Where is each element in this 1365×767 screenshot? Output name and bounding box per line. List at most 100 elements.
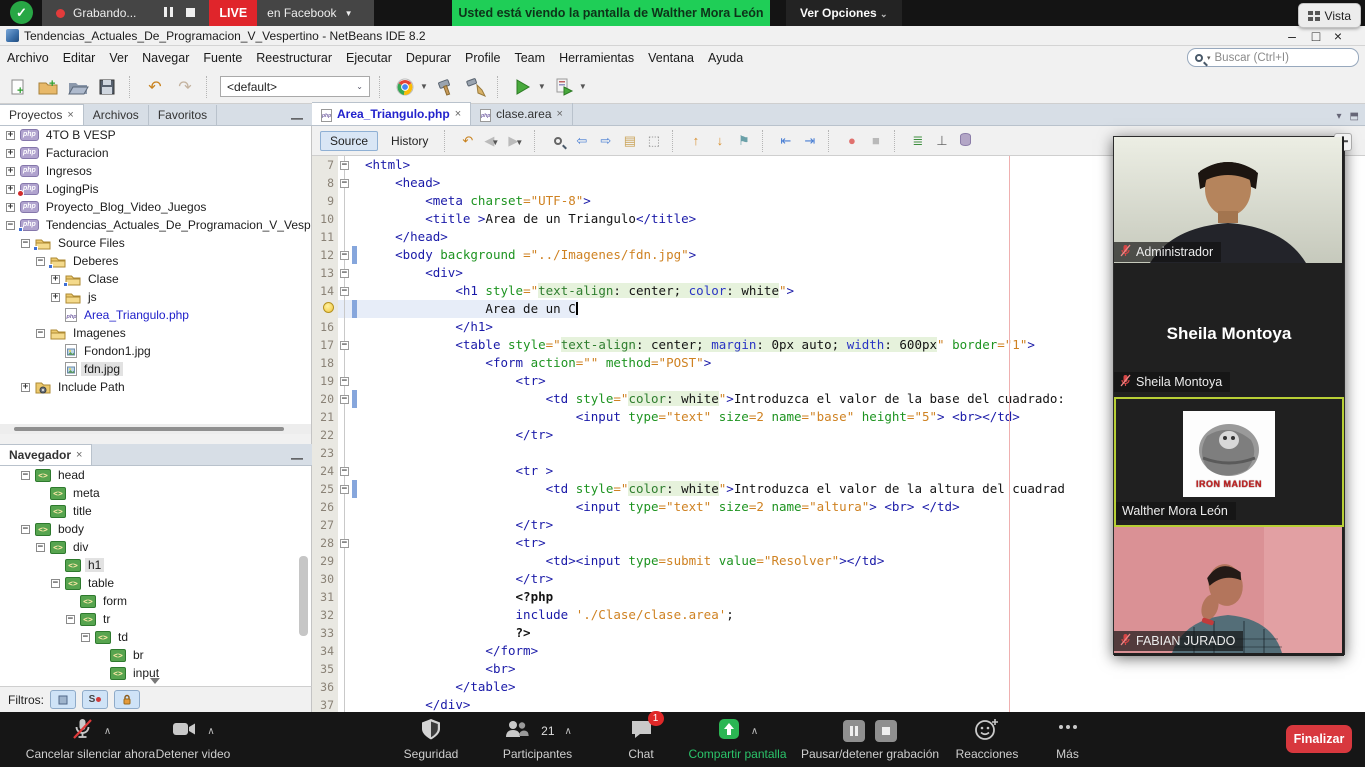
expand-icon[interactable]: + [6, 203, 15, 212]
navigator-scrollbar[interactable] [299, 556, 308, 636]
fold-collapse-icon[interactable]: − [340, 269, 349, 278]
tree-item[interactable]: +phpIngresos [0, 162, 311, 180]
participants-button[interactable]: 21∧Participantes [490, 716, 585, 764]
browser-chrome-icon[interactable] [393, 75, 417, 99]
code-fold-icon[interactable] [957, 133, 974, 149]
stop-macro-icon[interactable]: ■ [867, 133, 884, 148]
expand-icon[interactable]: + [6, 131, 15, 140]
fold-collapse-icon[interactable]: − [340, 395, 349, 404]
editor-tab-Area_Triangulo.php[interactable]: phpArea_Triangulo.php× [312, 102, 471, 125]
expand-icon[interactable]: + [51, 293, 60, 302]
chevron-up-icon[interactable]: ∧ [104, 726, 111, 737]
code-line[interactable]: 35 <br> [312, 660, 1365, 678]
participant-tile[interactable]: IRON MAIDENWalther Mora León [1114, 397, 1344, 527]
close-icon[interactable]: × [67, 109, 73, 121]
expand-icon[interactable]: + [51, 275, 60, 284]
next-occurrence-icon[interactable]: ⇨ [597, 133, 614, 149]
menu-ayuda[interactable]: Ayuda [701, 48, 750, 68]
scrollbar-thumb[interactable] [14, 427, 284, 431]
tree-item[interactable]: phpArea_Triangulo.php [0, 306, 311, 324]
zoom-video-panel[interactable]: ✛ AdministradorSheila MontoyaSheila Mont… [1113, 136, 1345, 655]
last-edit-icon[interactable]: ↶ [459, 133, 476, 149]
code-line[interactable]: 36 </table> [312, 678, 1365, 696]
forward-icon[interactable]: ▶▼ [507, 133, 524, 149]
source-view-button[interactable]: Source [320, 131, 378, 151]
fold-collapse-icon[interactable]: − [340, 485, 349, 494]
fold-collapse-icon[interactable]: − [340, 179, 349, 188]
chevron-up-icon[interactable]: ∧ [565, 726, 572, 737]
menu-ejecutar[interactable]: Ejecutar [339, 48, 399, 68]
redo-button[interactable]: ↷ [173, 75, 197, 99]
expand-icon[interactable]: + [6, 149, 15, 158]
collapse-icon[interactable]: − [21, 525, 30, 534]
maximize-button[interactable]: □ [1307, 28, 1325, 44]
collapse-icon[interactable]: − [36, 543, 45, 552]
menu-herramientas[interactable]: Herramientas [552, 48, 641, 68]
tree-item[interactable]: fdn.jpg [0, 360, 311, 378]
toggle-bookmark-icon[interactable]: ⚑ [735, 133, 752, 149]
menu-navegar[interactable]: Navegar [135, 48, 196, 68]
stop-recording-button[interactable] [174, 6, 195, 20]
fold-collapse-icon[interactable]: − [340, 161, 349, 170]
live-dropdown-icon[interactable]: ▼ [345, 9, 353, 18]
uncomment-icon[interactable]: ⊥ [933, 133, 950, 149]
collapse-icon[interactable]: − [51, 579, 60, 588]
filter-fields-button[interactable] [50, 690, 76, 709]
menu-editar[interactable]: Editar [56, 48, 103, 68]
config-combobox[interactable]: <default>⌄ [220, 76, 370, 97]
expand-icon[interactable]: + [6, 185, 15, 194]
tree-item[interactable]: +phpLogingPis [0, 180, 311, 198]
close-icon[interactable]: × [557, 108, 563, 120]
more-button[interactable]: Más [1040, 716, 1095, 764]
menu-ventana[interactable]: Ventana [641, 48, 701, 68]
browser-dropdown-icon[interactable]: ▼ [420, 82, 428, 91]
start-macro-icon[interactable]: ● [843, 133, 860, 148]
expand-icon[interactable]: + [6, 167, 15, 176]
tree-item[interactable]: +php4TO B VESP [0, 126, 311, 144]
fold-collapse-icon[interactable]: − [340, 539, 349, 548]
stop-recording-icon[interactable] [875, 720, 897, 742]
collapse-icon[interactable]: − [21, 471, 30, 480]
menu-fuente[interactable]: Fuente [196, 48, 249, 68]
expand-icon[interactable]: + [21, 383, 30, 392]
vista-button[interactable]: Vista [1298, 3, 1361, 28]
tree-item[interactable]: −<>td [0, 628, 311, 646]
tree-item[interactable]: −<>table [0, 574, 311, 592]
collapse-icon[interactable]: − [36, 257, 45, 266]
fold-collapse-icon[interactable]: − [340, 377, 349, 386]
tree-item[interactable]: +Include Path [0, 378, 311, 396]
tree-item[interactable]: <>title [0, 502, 311, 520]
new-file-button[interactable]: + [6, 75, 30, 99]
participant-tile[interactable]: Sheila MontoyaSheila Montoya [1114, 267, 1344, 397]
tree-item[interactable]: <>meta [0, 484, 311, 502]
back-icon[interactable]: ◀▼ [483, 133, 500, 149]
tree-item[interactable]: −Imagenes [0, 324, 311, 342]
rectangular-selection-icon[interactable]: ⬚ [645, 133, 662, 149]
chevron-up-icon[interactable]: ∧ [751, 726, 758, 737]
share-button[interactable]: ∧Compartir pantalla [680, 716, 795, 764]
build-button[interactable] [434, 75, 458, 99]
hint-bulb-icon[interactable] [323, 302, 334, 313]
collapse-icon[interactable]: − [21, 239, 30, 248]
editor-tab-clase.area[interactable]: phpclase.area× [471, 103, 573, 125]
pause-recording-icon[interactable] [843, 720, 865, 742]
close-button[interactable]: × [1329, 28, 1347, 44]
run-button[interactable] [511, 75, 535, 99]
tree-item[interactable]: −Deberes [0, 252, 311, 270]
filter-private-button[interactable] [114, 690, 140, 709]
collapse-icon[interactable]: − [81, 633, 90, 642]
tree-item[interactable]: +js [0, 288, 311, 306]
menu-reestructurar[interactable]: Reestructurar [249, 48, 339, 68]
menu-archivo[interactable]: Archivo [0, 48, 56, 68]
next-bookmark-icon[interactable]: ↓ [711, 133, 728, 148]
tab-archivos[interactable]: Archivos [84, 105, 149, 125]
tree-item[interactable]: <>h1 [0, 556, 311, 574]
filter-static-button[interactable]: S [82, 690, 108, 709]
new-project-button[interactable]: + [36, 75, 60, 99]
collapse-icon[interactable]: − [66, 615, 75, 624]
comment-icon[interactable]: ≣ [909, 133, 926, 149]
minimize-panel-icon[interactable]: — [282, 111, 312, 125]
run-dropdown-icon[interactable]: ▼ [538, 82, 546, 91]
panel-splitter[interactable] [0, 434, 312, 444]
tab-favoritos[interactable]: Favoritos [149, 105, 217, 125]
